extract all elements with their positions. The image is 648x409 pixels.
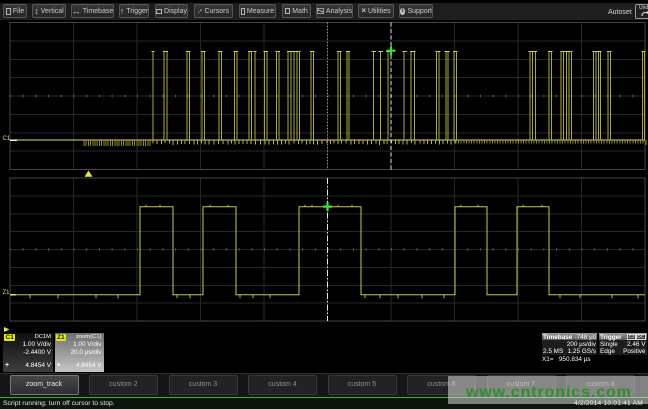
svg-text:C1: C1	[3, 136, 11, 142]
svg-text:Z1: Z1	[3, 290, 11, 296]
